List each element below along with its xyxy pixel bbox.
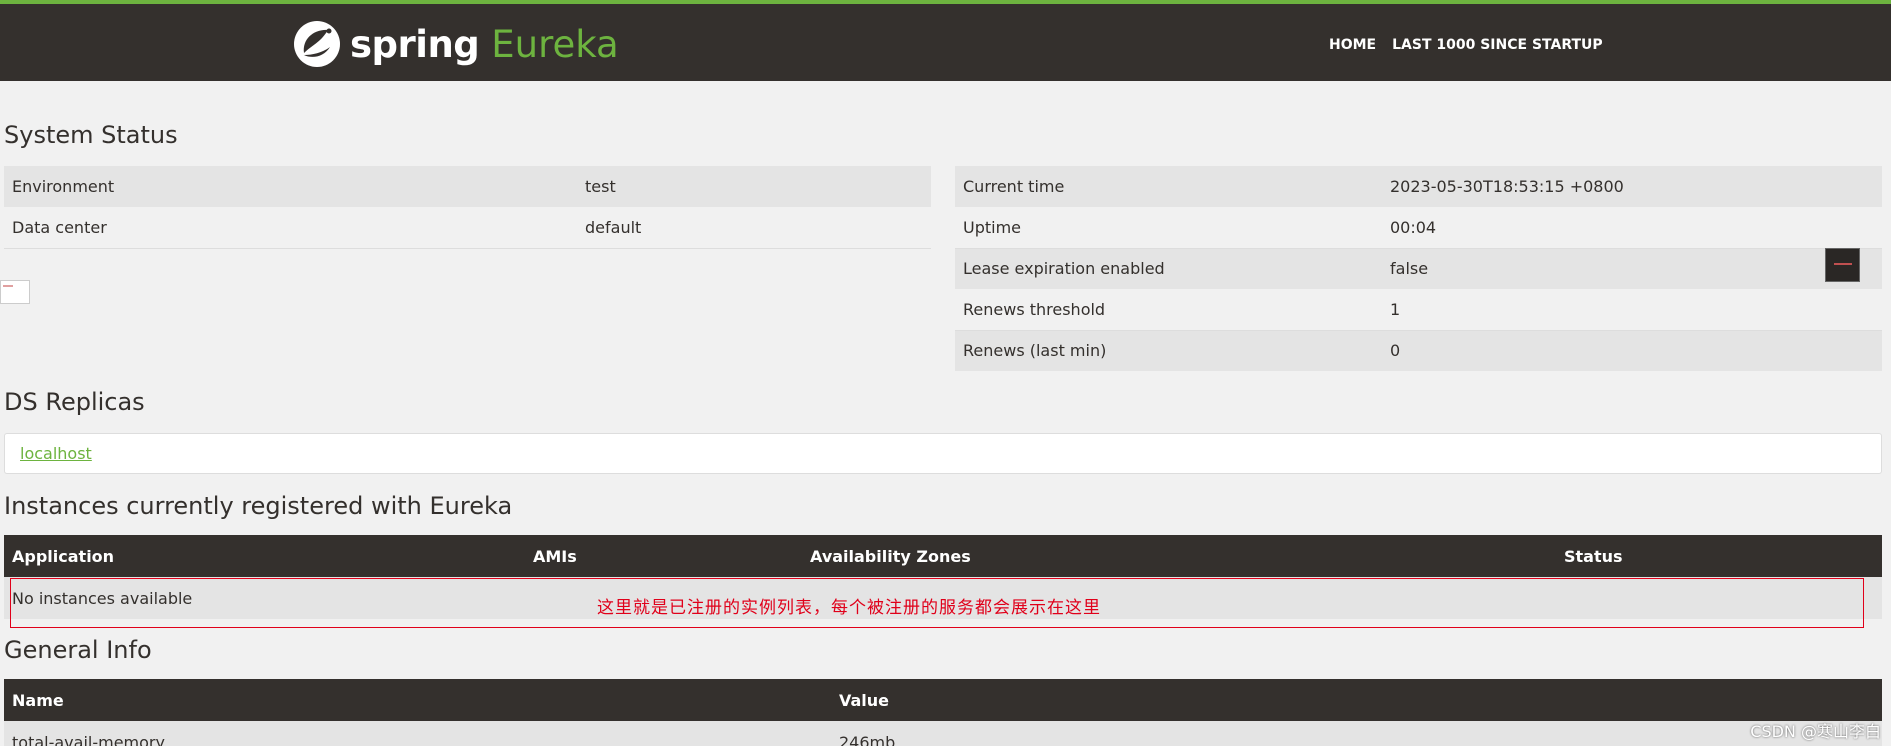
- csdn-watermark: CSDN @寒山李白: [1750, 722, 1881, 741]
- ds-replicas-list: localhost: [4, 433, 1882, 474]
- table-header-row: Application AMIs Availability Zones Stat…: [4, 535, 1882, 577]
- nav-last-1000-link[interactable]: LAST 1000 SINCE STARTUP: [1392, 37, 1603, 53]
- general-info-table: Name Value total-avail-memory 246mb: [4, 679, 1882, 746]
- env-value: test: [577, 166, 931, 207]
- uptime-label: Uptime: [955, 207, 1382, 249]
- uptime-value: 00:04: [1382, 207, 1882, 249]
- table-row: Environment test: [4, 166, 931, 207]
- system-status-left-table: Environment test Data center default: [4, 166, 931, 249]
- col-name[interactable]: Name: [4, 679, 831, 721]
- table-row: Current time 2023-05-30T18:53:15 +0800: [955, 166, 1882, 207]
- info-name: total-avail-memory: [4, 721, 831, 746]
- general-info-title: General Info: [4, 636, 152, 664]
- renews-threshold-label: Renews threshold: [955, 289, 1382, 331]
- table-row: Renews (last min) 0: [955, 330, 1882, 371]
- col-value[interactable]: Value: [831, 679, 1882, 721]
- system-status-right-table: Current time 2023-05-30T18:53:15 +0800 U…: [955, 166, 1882, 371]
- table-row: Uptime 00:04: [955, 207, 1882, 249]
- annotation-text: 这里就是已注册的实例列表，每个被注册的服务都会展示在这里: [597, 598, 1101, 618]
- spring-eureka-logo[interactable]: spring Eureka: [294, 20, 619, 68]
- renews-last-min-value: 0: [1382, 330, 1882, 371]
- col-availability-zones[interactable]: Availability Zones: [802, 535, 1556, 577]
- col-application[interactable]: Application: [4, 535, 525, 577]
- lease-expiration-value: false: [1382, 248, 1882, 289]
- current-time-label: Current time: [955, 166, 1382, 207]
- col-amis[interactable]: AMIs: [525, 535, 802, 577]
- col-status[interactable]: Status: [1556, 535, 1882, 577]
- logo-spring-text: spring: [350, 22, 480, 66]
- spring-leaf-icon: [294, 21, 340, 67]
- current-time-value: 2023-05-30T18:53:15 +0800: [1382, 166, 1882, 207]
- table-row: Renews threshold 1: [955, 289, 1882, 331]
- replica-localhost-link[interactable]: localhost: [20, 444, 92, 463]
- table-row: Lease expiration enabled false: [955, 248, 1882, 289]
- datacenter-label: Data center: [4, 207, 577, 249]
- system-status-title: System Status: [4, 121, 178, 149]
- info-value: 246mb: [831, 721, 1882, 746]
- top-navbar: spring Eureka HOME LAST 1000 SINCE START…: [0, 0, 1891, 81]
- datacenter-value: default: [577, 207, 931, 249]
- table-row: Data center default: [4, 207, 931, 249]
- renews-last-min-label: Renews (last min): [955, 330, 1382, 371]
- nav-home-link[interactable]: HOME: [1329, 37, 1376, 53]
- ds-replicas-title: DS Replicas: [4, 388, 145, 416]
- logo-eureka-text: Eureka: [491, 22, 619, 66]
- top-nav: HOME LAST 1000 SINCE STARTUP: [1329, 37, 1603, 53]
- renews-threshold-value: 1: [1382, 289, 1882, 331]
- instances-title: Instances currently registered with Eure…: [4, 492, 513, 520]
- env-label: Environment: [4, 166, 577, 207]
- table-row: total-avail-memory 246mb: [4, 721, 1882, 746]
- table-header-row: Name Value: [4, 679, 1882, 721]
- screenshot-thumbnail: [1825, 248, 1860, 282]
- lease-expiration-label: Lease expiration enabled: [955, 248, 1382, 289]
- screenshot-thumbnail: [0, 280, 30, 304]
